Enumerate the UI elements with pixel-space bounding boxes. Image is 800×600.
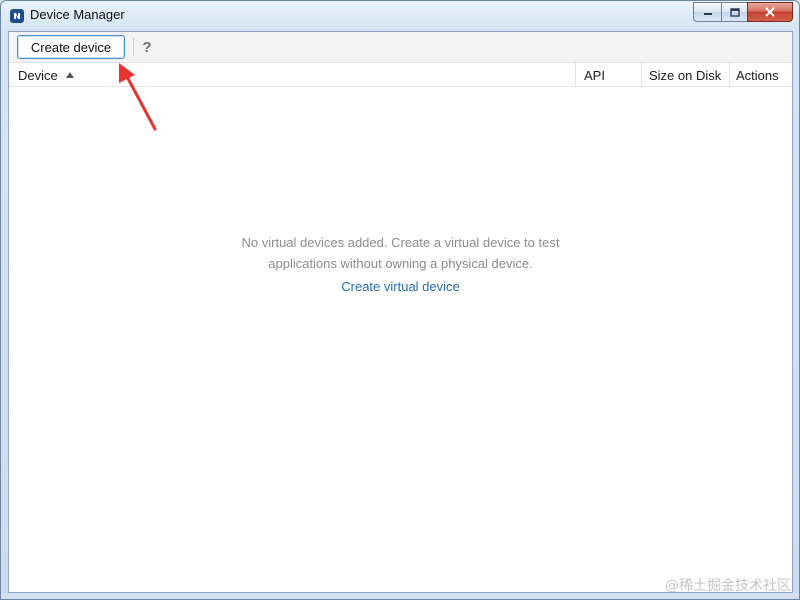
empty-state-line-2: applications without owning a physical d… [268, 256, 533, 271]
column-header-api[interactable]: API [575, 63, 641, 87]
window-title: Device Manager [30, 7, 125, 22]
sort-ascending-icon [65, 72, 74, 78]
minimize-icon [703, 13, 712, 15]
app-icon [10, 9, 24, 23]
maximize-icon [729, 7, 740, 17]
close-button[interactable] [747, 2, 793, 22]
create-virtual-device-link[interactable]: Create virtual device [9, 279, 792, 294]
toolbar: Create device ? [9, 32, 792, 63]
toolbar-separator [133, 38, 134, 56]
help-button[interactable]: ? [139, 36, 155, 58]
empty-state-message: No virtual devices added. Create a virtu… [9, 232, 792, 274]
empty-state-line-1: No virtual devices added. Create a virtu… [241, 235, 560, 250]
column-label-actions: Actions [736, 67, 779, 83]
window-controls [693, 2, 793, 22]
column-label-api: API [584, 67, 605, 83]
column-header-device[interactable]: Device [9, 63, 575, 87]
column-header-actions[interactable]: Actions [729, 63, 792, 87]
annotation-arrow-icon [119, 63, 157, 131]
create-device-button[interactable]: Create device [17, 35, 125, 59]
watermark: @稀土掘金技术社区 [665, 578, 791, 594]
column-label-size-on-disk: Size on Disk [649, 67, 722, 83]
column-header-size-on-disk[interactable]: Size on Disk [641, 63, 729, 87]
device-manager-window: Device Manager Create device ? Device AP… [0, 0, 800, 600]
maximize-button[interactable] [721, 2, 747, 22]
column-label-device: Device [18, 67, 58, 83]
minimize-button[interactable] [693, 2, 721, 22]
close-icon [765, 7, 775, 17]
title-bar[interactable]: Device Manager [1, 1, 799, 31]
